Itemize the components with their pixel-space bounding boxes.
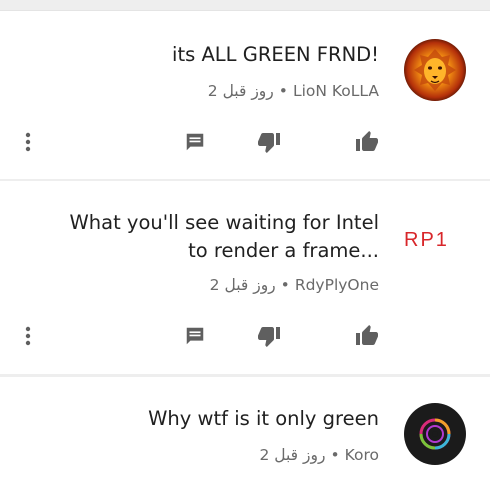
comment-icon bbox=[186, 327, 204, 345]
thumbs-up-icon bbox=[356, 131, 378, 151]
comment-time: 2 روز قبل bbox=[207, 82, 274, 100]
comment-time: 2 روز قبل bbox=[209, 276, 276, 294]
like-button[interactable] bbox=[352, 127, 382, 157]
meta-separator: • bbox=[330, 446, 340, 464]
comment-author[interactable]: LioN KoLLA bbox=[293, 82, 379, 100]
more-options-button[interactable] bbox=[16, 127, 40, 157]
comment-text: its ALL GREEN FRND! bbox=[172, 43, 379, 66]
rp1-logo[interactable]: RP1 bbox=[404, 229, 449, 252]
comment-icon bbox=[186, 133, 204, 151]
thumbs-down-icon bbox=[258, 327, 280, 347]
comment-text: What you'll see waiting for Intel to ren… bbox=[69, 211, 379, 262]
dislike-button[interactable] bbox=[254, 321, 284, 351]
comment-actions bbox=[0, 127, 490, 157]
thumbs-up-icon bbox=[356, 325, 378, 345]
like-button[interactable] bbox=[352, 321, 382, 351]
meta-separator: • bbox=[280, 276, 290, 294]
reply-button[interactable] bbox=[180, 321, 210, 351]
comment-meta: 2 روز قبل • LioN KoLLA bbox=[208, 82, 379, 100]
comment-author[interactable]: Koro bbox=[345, 446, 379, 464]
comment-meta: 2 روز قبل • Koro bbox=[259, 446, 379, 464]
comment-card: its ALL GREEN FRND! 2 روز قبل • LioN KoLLA bbox=[0, 10, 490, 179]
comment-card: Why wtf is it only green 2 روز قبل • Koro bbox=[0, 377, 490, 480]
more-options-button[interactable] bbox=[16, 321, 40, 351]
circle-logo-avatar[interactable] bbox=[404, 403, 466, 465]
comment-time: 2 روز قبل bbox=[259, 446, 326, 464]
comment-meta: 2 روز قبل • RdyPlyOne bbox=[210, 276, 379, 294]
reply-button[interactable] bbox=[180, 127, 210, 157]
comment-author[interactable]: RdyPlyOne bbox=[295, 276, 379, 294]
more-vertical-icon bbox=[25, 326, 31, 346]
meta-separator: • bbox=[278, 82, 288, 100]
lion-avatar[interactable] bbox=[404, 39, 466, 101]
comment-text: Why wtf is it only green bbox=[148, 407, 379, 430]
dislike-button[interactable] bbox=[254, 127, 284, 157]
comment-actions bbox=[0, 321, 490, 351]
comment-card: RP1 What you'll see waiting for Intel to… bbox=[0, 181, 490, 374]
thumbs-down-icon bbox=[258, 133, 280, 153]
more-vertical-icon bbox=[25, 132, 31, 152]
